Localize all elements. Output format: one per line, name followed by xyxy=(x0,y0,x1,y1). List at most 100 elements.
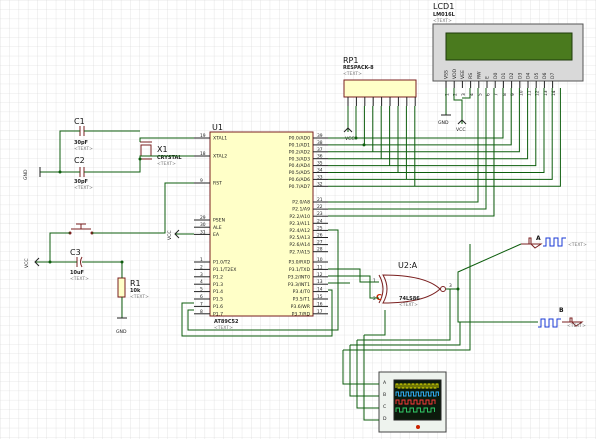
u1-pin-number: 28 xyxy=(317,247,323,253)
u1-pin-number: 30 xyxy=(200,222,206,228)
r1-value: 10k xyxy=(130,288,141,294)
wire-junction xyxy=(362,143,366,147)
c3-value: 10uF xyxy=(70,270,84,276)
u1-pin-label: P2.0/A8 xyxy=(292,200,310,206)
c1-value: 30pF xyxy=(74,140,88,146)
vcc-label-reset: VCC xyxy=(24,258,30,268)
u1-pin-label: P0.5/AD5 xyxy=(289,170,310,176)
u1-pin-number: 6 xyxy=(200,294,203,300)
u1-pin-number: 8 xyxy=(200,309,203,315)
u1-pin-number: 13 xyxy=(317,279,323,285)
u1-pin-label: P0.2/AD2 xyxy=(289,149,310,155)
lcd-pin-label: D0 xyxy=(493,72,499,79)
u1-pin-number: 26 xyxy=(317,233,323,239)
microcontroller-u1[interactable]: U1 AT89C52 <TEXT> 19XTAL118XTAL29RST29PS… xyxy=(194,123,328,331)
u1-pin-label: P1.2 xyxy=(213,274,223,280)
u1-pin-label: P2.6/A14 xyxy=(289,242,310,248)
u1-pin-number: 14 xyxy=(317,287,323,293)
u1-pin-label: P0.7/AD7 xyxy=(289,184,310,190)
u1-pin-label: P3.4/T0 xyxy=(293,289,310,295)
u1-pin-label: P0.6/AD6 xyxy=(289,177,310,183)
u1-pin-label: ALE xyxy=(213,225,222,231)
u1-pin-label: P1.6 xyxy=(213,304,223,310)
u1-pin-number: 33 xyxy=(317,174,323,180)
u1-pin-number: 21 xyxy=(317,197,323,203)
u1-pin-label: EA xyxy=(213,232,220,238)
u1-value: AT89C52 xyxy=(214,319,239,325)
lcd-placeholder: <TEXT> xyxy=(433,18,452,24)
u1-pin-label: XTAL1 xyxy=(213,136,227,142)
lcd-pin-label: D6 xyxy=(542,72,548,79)
u1-pin-number: 18 xyxy=(200,151,206,157)
scope-channel-d: D xyxy=(383,416,387,422)
lcd-pin-label: D7 xyxy=(550,72,556,79)
u1-pin-label: P2.3/A11 xyxy=(289,221,310,227)
u1-pin-label: P1.4 xyxy=(213,289,223,295)
wire-junction xyxy=(456,287,460,291)
lcd-pin-label: D5 xyxy=(534,72,540,79)
u1-pin-label: P0.3/AD3 xyxy=(289,156,310,162)
u1-pin-number: 17 xyxy=(317,309,323,315)
oscilloscope[interactable]: A B C D xyxy=(378,371,447,433)
u1-pin-number: 11 xyxy=(317,264,323,270)
vcc-label-ea: VCC xyxy=(167,230,173,240)
u1-pin-number: 2 xyxy=(200,264,203,270)
u1-pin-number: 38 xyxy=(317,140,323,146)
u1-pin-number: 32 xyxy=(317,181,323,187)
u1-pin-label: P1.5 xyxy=(213,297,223,303)
scope-knob[interactable] xyxy=(416,425,420,429)
c1-ref: C1 xyxy=(74,117,85,126)
u1-pin-number: 31 xyxy=(200,229,206,235)
u1-pin-label: RST xyxy=(213,181,222,187)
lcd-pin-label: E xyxy=(485,76,491,79)
gnd-label-lcd: GND xyxy=(438,120,449,126)
vcc-label-rp1: VCC xyxy=(345,136,355,142)
r1-body xyxy=(117,277,126,298)
generator-a-placeholder: <TEXT> xyxy=(568,242,587,248)
u1-pin-label: P2.1/A9 xyxy=(292,207,310,213)
u1-pin-number: 19 xyxy=(200,133,206,139)
u1-pin-label: P3.7/RD xyxy=(292,311,311,317)
u1-pin-number: 37 xyxy=(317,147,323,153)
wire-junction xyxy=(138,157,142,161)
scope-channel-c: C xyxy=(383,404,386,410)
u1-pin-label: P1.0/T2 xyxy=(213,260,230,266)
u1-pin-label: PSEN xyxy=(213,218,225,224)
lcd-value: LM016L xyxy=(433,12,456,18)
u1-pin-label: P0.0/AD0 xyxy=(289,136,310,142)
u1-pin-number: 15 xyxy=(317,294,323,300)
u1-pin-number: 4 xyxy=(200,279,203,285)
u2-pin-1: 1 xyxy=(373,278,376,284)
u1-pin-number: 24 xyxy=(317,218,323,224)
u2-pin-3: 3 xyxy=(449,283,452,289)
gnd-label-crystal: GND xyxy=(23,169,29,180)
u1-pin-label: P3.3/INT1 xyxy=(288,282,310,288)
c2-ref: C2 xyxy=(74,156,85,165)
lcd-pin-label: VEE xyxy=(460,70,466,79)
u2-placeholder: <TEXT> xyxy=(399,302,418,308)
generator-a-label: A xyxy=(536,235,541,242)
lcd-pin-label: D4 xyxy=(526,72,532,79)
u1-pin-number: 22 xyxy=(317,204,323,210)
scope-channel-b: B xyxy=(383,392,386,398)
u1-pin-label: P2.2/A10 xyxy=(289,214,310,220)
rp1-body xyxy=(343,79,417,98)
wire-junction xyxy=(58,170,62,174)
u1-pin-number: 12 xyxy=(317,272,323,278)
generator-b-label: B xyxy=(559,307,564,314)
x1-ref: X1 xyxy=(157,145,168,154)
u1-ref: U1 xyxy=(212,123,223,132)
lcd-pin-label: RS xyxy=(468,73,474,79)
lcd-screen xyxy=(445,32,573,61)
lcd-pin-number: 3 xyxy=(461,93,467,96)
u1-pin-label: P2.4/A12 xyxy=(289,228,310,234)
u1-pin-number: 5 xyxy=(200,287,203,293)
x1-placeholder: <TEXT> xyxy=(157,161,176,167)
schematic-canvas[interactable]: LCD1 LM016L <TEXT> VSS 1 VDD 2 VEE 3 RS 4 RW 5 E 6 D… xyxy=(0,0,596,439)
lcd-pin-label: RW xyxy=(476,71,482,79)
lcd-pin-label: D1 xyxy=(501,72,507,79)
u1-pin-label: P3.2/INT0 xyxy=(288,274,310,280)
wire-junction xyxy=(48,260,52,264)
lcd-pin-label: VDD xyxy=(452,68,458,79)
u1-pin-number: 1 xyxy=(200,257,203,263)
